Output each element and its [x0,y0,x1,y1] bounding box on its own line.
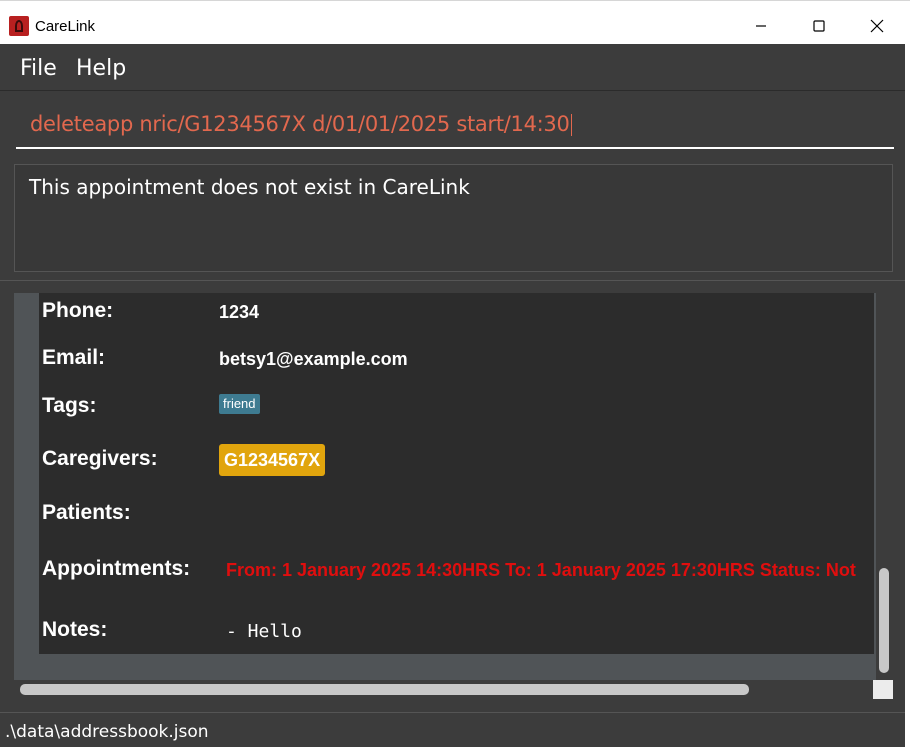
app-window: File Help deleteapp nric/G1234567X d/01/… [0,44,907,747]
phone-label: Phone: [42,299,114,322]
tag-badge: friend [219,394,260,414]
appointment-entry: From: 1 January 2025 14:30HRS To: 1 Janu… [226,560,856,580]
maximize-icon [813,20,825,32]
result-message: This appointment does not exist in CareL… [29,175,470,199]
caregiver-chip: G1234567X [219,444,326,476]
vertical-scroll-thumb[interactable] [879,568,889,673]
email-value: betsy1@example.com [219,349,408,369]
data-file-path: .\data\addressbook.json [5,722,209,742]
window-title: CareLink [35,18,96,35]
close-icon [870,19,884,33]
caregivers-label: Caregivers: [42,447,158,470]
menu-file[interactable]: File [20,56,57,81]
person-card[interactable]: Phone: 1234 Email: betsy1@example.com Ta… [39,293,874,654]
notes-value: - Hello [226,621,302,642]
divider [0,280,905,281]
tags-label: Tags: [42,394,97,417]
phone-value: 1234 [219,302,260,322]
menu-help[interactable]: Help [76,56,126,81]
minimize-icon [756,25,766,27]
command-text: deleteapp nric/G1234567X d/01/01/2025 st… [30,112,570,136]
notes-label: Notes: [42,618,108,641]
status-bar: .\data\addressbook.json [0,712,905,747]
appointments-label: Appointments: [42,557,191,580]
menu-bar: File Help [0,44,905,91]
command-section: deleteapp nric/G1234567X d/01/01/2025 st… [0,91,905,155]
text-caret [570,114,572,136]
carelink-app-icon [9,16,29,36]
email-label: Email: [42,346,106,369]
command-box[interactable]: deleteapp nric/G1234567X d/01/01/2025 st… [16,99,894,149]
person-list-panel: Phone: 1234 Email: betsy1@example.com Ta… [14,293,893,683]
patients-label: Patients: [42,501,131,524]
result-display: This appointment does not exist in CareL… [14,164,893,272]
maximize-button[interactable] [790,7,848,45]
minimize-button[interactable] [732,7,790,45]
title-bar: CareLink [0,0,910,44]
horizontal-scroll-thumb[interactable] [20,684,749,695]
scroll-corner [873,680,893,699]
close-button[interactable] [848,7,906,45]
command-input[interactable]: deleteapp nric/G1234567X d/01/01/2025 st… [30,112,572,136]
